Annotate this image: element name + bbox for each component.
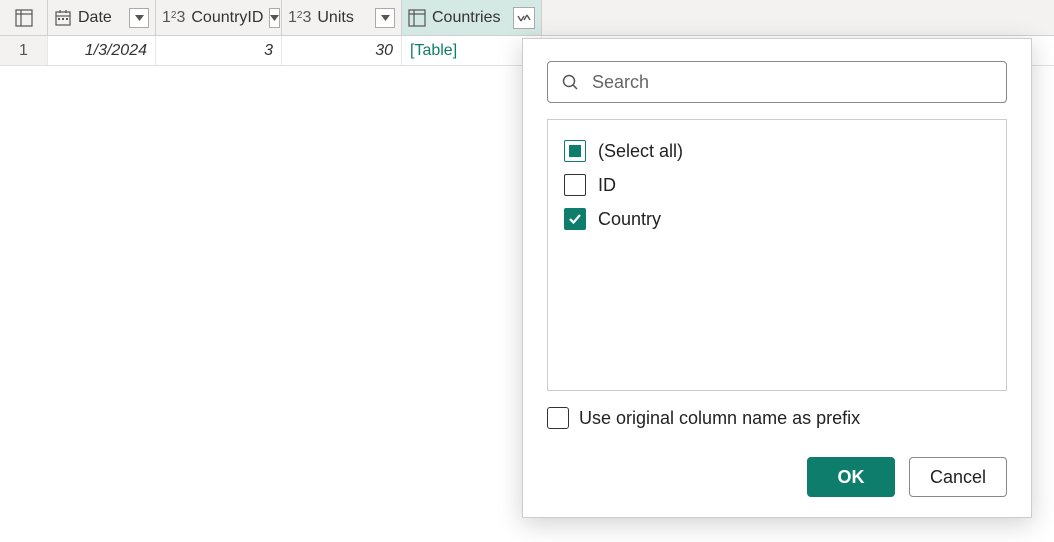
chevron-down-icon — [270, 15, 279, 21]
search-icon — [561, 73, 579, 91]
search-input[interactable] — [547, 61, 1007, 103]
chevron-down-icon — [135, 15, 144, 21]
check-icon — [568, 212, 582, 226]
table-icon — [408, 9, 426, 27]
cell-units[interactable]: 30 — [282, 36, 402, 65]
checklist-item-country[interactable]: Country — [564, 202, 990, 236]
checkbox-indeterminate[interactable] — [564, 140, 586, 162]
cancel-button[interactable]: Cancel — [909, 457, 1007, 497]
column-label: Countries — [432, 9, 507, 27]
checklist-label: Country — [598, 209, 661, 230]
cell-countryid[interactable]: 3 — [156, 36, 282, 65]
row-index-cell: 1 — [0, 36, 48, 65]
checkbox-unchecked[interactable] — [564, 174, 586, 196]
column-header-countryid[interactable]: 123 CountryID — [156, 0, 282, 35]
checklist-item-id[interactable]: ID — [564, 168, 990, 202]
cell-date[interactable]: 1/3/2024 — [48, 36, 156, 65]
cell-countries[interactable]: [Table] — [402, 36, 542, 65]
checkbox-checked[interactable] — [564, 208, 586, 230]
column-label: Units — [317, 9, 369, 27]
table-value-link[interactable]: [Table] — [410, 42, 457, 60]
expand-icon — [516, 12, 532, 24]
table-icon — [15, 9, 33, 27]
number-type-icon: 123 — [162, 9, 185, 27]
checklist-label: ID — [598, 175, 616, 196]
checklist-label: (Select all) — [598, 141, 683, 162]
column-header-countries[interactable]: Countries — [402, 0, 542, 35]
table-header: Date 123 CountryID 123 Units Countries — [0, 0, 1054, 36]
checkbox-unchecked[interactable] — [547, 407, 569, 429]
expand-column-popup: (Select all) ID Country Use original col… — [522, 38, 1032, 518]
filter-dropdown-button[interactable] — [269, 8, 280, 28]
dialog-button-row: OK Cancel — [547, 457, 1007, 497]
column-checklist: (Select all) ID Country — [547, 119, 1007, 391]
prefix-option-row[interactable]: Use original column name as prefix — [547, 407, 1007, 429]
search-field-wrap — [547, 61, 1007, 103]
ok-button[interactable]: OK — [807, 457, 895, 497]
prefix-label: Use original column name as prefix — [579, 408, 860, 429]
column-label: CountryID — [191, 9, 263, 27]
calendar-icon — [54, 9, 72, 27]
filter-dropdown-button[interactable] — [129, 8, 149, 28]
filter-dropdown-button[interactable] — [375, 8, 395, 28]
expand-column-button[interactable] — [513, 7, 535, 29]
column-header-units[interactable]: 123 Units — [282, 0, 402, 35]
chevron-down-icon — [381, 15, 390, 21]
number-type-icon: 123 — [288, 9, 311, 27]
column-header-date[interactable]: Date — [48, 0, 156, 35]
row-index-header — [0, 0, 48, 35]
column-label: Date — [78, 9, 123, 27]
checklist-item-select-all[interactable]: (Select all) — [564, 134, 990, 168]
